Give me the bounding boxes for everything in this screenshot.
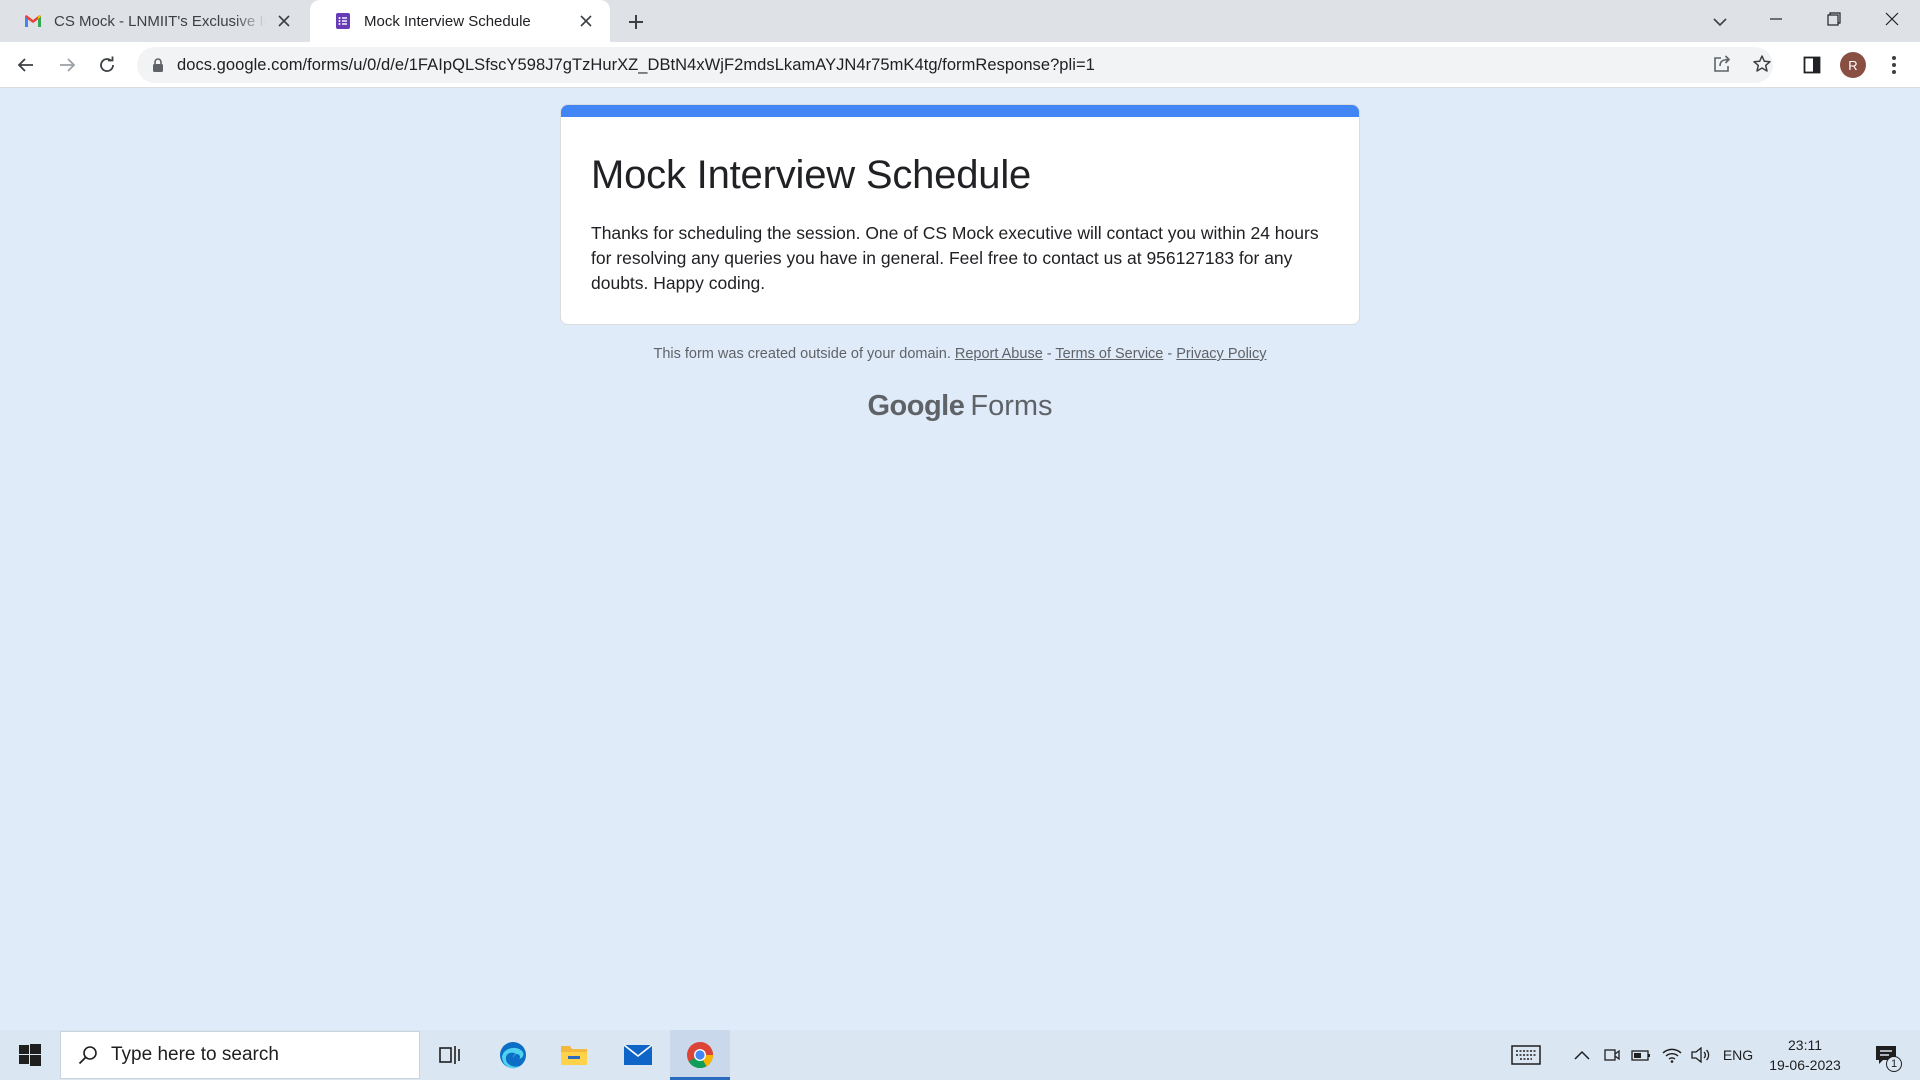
reload-icon: [100, 56, 114, 72]
minimize-button[interactable]: [1748, 0, 1804, 38]
close-tab-icon[interactable]: [274, 11, 294, 31]
tray-volume[interactable]: [1688, 1030, 1714, 1080]
taskbar-chrome[interactable]: [670, 1030, 730, 1080]
tray-network[interactable]: [1658, 1030, 1686, 1080]
share-button[interactable]: [1708, 50, 1736, 78]
confirmation-message: Thanks for scheduling the session. One o…: [591, 223, 1319, 293]
language-indicator[interactable]: ENG: [1718, 1030, 1758, 1080]
speaker-icon: [1691, 1047, 1710, 1063]
close-window-button[interactable]: [1864, 0, 1920, 38]
folder-icon: [561, 1046, 587, 1065]
privacy-policy-link[interactable]: Privacy Policy: [1176, 346, 1266, 362]
tray-battery[interactable]: [1628, 1030, 1654, 1080]
separator: -: [1042, 346, 1056, 362]
brand-google: Google: [867, 390, 965, 422]
report-abuse-link[interactable]: Report Abuse: [955, 346, 1043, 362]
side-panel-button[interactable]: [1797, 50, 1827, 80]
tab-title: CS Mock - LNMIIT's Exclusive Interview: [54, 12, 266, 30]
mail-icon: [623, 1044, 653, 1065]
camera-icon: [1604, 1049, 1620, 1061]
tab-mock-interview[interactable]: Mock Interview Schedule: [310, 0, 610, 42]
restore-button[interactable]: [1806, 0, 1862, 38]
battery-icon: [1631, 1050, 1650, 1061]
google-forms-icon: [334, 12, 352, 30]
form-confirmation-card: Mock Interview Schedule Thanks for sched…: [560, 104, 1360, 325]
star-icon: [1753, 55, 1771, 72]
gmail-icon: [24, 12, 42, 30]
brand-forms: Forms: [970, 390, 1053, 422]
side-panel-icon: [1803, 56, 1821, 74]
tray-meet-now[interactable]: [1600, 1030, 1624, 1080]
touch-keyboard-button[interactable]: [1504, 1030, 1548, 1080]
more-vertical-icon: [1892, 56, 1896, 74]
address-bar[interactable]: docs.google.com/forms/u/0/d/e/1FAIpQLSfs…: [137, 47, 1773, 83]
browser-toolbar: docs.google.com/forms/u/0/d/e/1FAIpQLSfs…: [0, 42, 1920, 88]
task-view-button[interactable]: [420, 1030, 480, 1080]
bookmark-button[interactable]: [1748, 50, 1776, 78]
lock-icon[interactable]: [149, 56, 167, 74]
chevron-down-icon: [1713, 18, 1727, 27]
domain-notice: This form was created outside of your do…: [653, 346, 951, 362]
tab-title: Mock Interview Schedule: [364, 12, 531, 30]
google-forms-logo[interactable]: Google Forms: [0, 390, 1920, 423]
show-hidden-icons-button[interactable]: [1570, 1030, 1594, 1080]
url-text[interactable]: docs.google.com/forms/u/0/d/e/1FAIpQLSfs…: [177, 56, 1095, 75]
taskbar-search-box[interactable]: Type here to search: [60, 1031, 420, 1079]
browser-menu-button[interactable]: [1880, 50, 1908, 80]
terms-of-service-link[interactable]: Terms of Service: [1055, 346, 1163, 362]
windows-logo-icon: [19, 1044, 41, 1066]
share-icon: [1714, 55, 1731, 72]
back-button[interactable]: [10, 49, 42, 81]
notification-center-button[interactable]: 1: [1866, 1030, 1906, 1080]
taskbar-search-placeholder: Type here to search: [111, 1044, 279, 1065]
clock-time: 23:11: [1788, 1037, 1822, 1053]
taskbar-file-explorer[interactable]: [544, 1030, 604, 1080]
plus-icon: [629, 15, 643, 29]
arrow-left-icon: [17, 58, 33, 72]
form-accent-bar: [561, 105, 1359, 117]
minimize-icon: [1770, 18, 1782, 20]
tab-strip: CS Mock - LNMIIT's Exclusive Interview M…: [0, 0, 1920, 42]
clock[interactable]: 23:11 19-06-2023: [1762, 1030, 1848, 1080]
edge-icon: [500, 1042, 526, 1069]
separator: -: [1163, 346, 1177, 362]
search-icon: [77, 1044, 99, 1066]
task-view-icon: [439, 1046, 460, 1064]
taskbar: Type here to search ENG 23:11 19-06-2023…: [0, 1030, 1920, 1080]
form-footer: This form was created outside of your do…: [0, 346, 1920, 362]
chrome-icon: [687, 1042, 714, 1069]
taskbar-edge[interactable]: [483, 1030, 543, 1080]
tab-gmail[interactable]: CS Mock - LNMIIT's Exclusive Interview: [0, 0, 308, 42]
reload-button[interactable]: [91, 49, 123, 81]
notification-count-badge: 1: [1886, 1056, 1902, 1072]
start-button[interactable]: [0, 1030, 60, 1080]
clock-date: 19-06-2023: [1769, 1057, 1841, 1073]
close-icon: [1885, 12, 1899, 26]
chevron-up-icon: [1574, 1050, 1590, 1060]
new-tab-button[interactable]: [620, 8, 652, 36]
close-tab-icon[interactable]: [576, 11, 596, 31]
form-title: Mock Interview Schedule: [591, 153, 1032, 197]
keyboard-icon: [1511, 1045, 1541, 1065]
taskbar-mail[interactable]: [608, 1030, 668, 1080]
forward-button[interactable]: [51, 49, 83, 81]
restore-icon: [1827, 12, 1841, 26]
tab-search-button[interactable]: [1706, 8, 1734, 36]
profile-avatar[interactable]: R: [1840, 52, 1866, 78]
arrow-right-icon: [60, 58, 76, 72]
wifi-icon: [1662, 1048, 1682, 1063]
